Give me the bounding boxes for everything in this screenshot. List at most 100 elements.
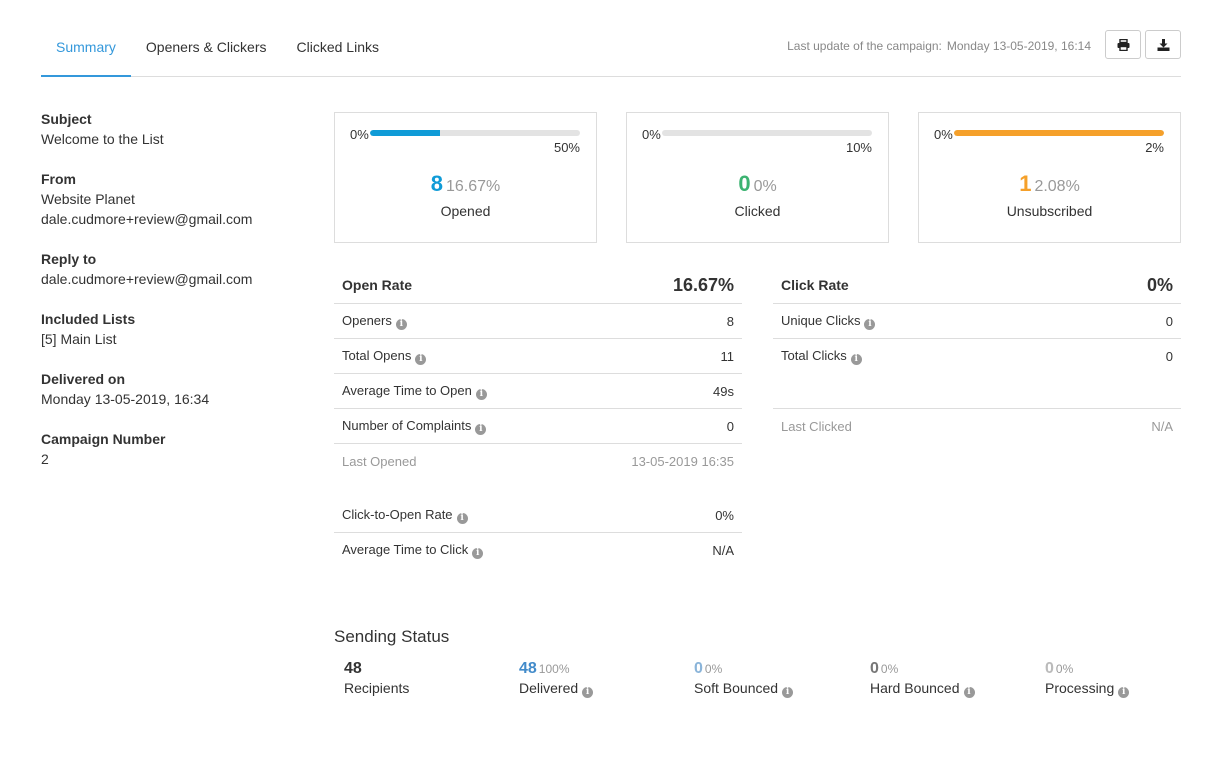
stat-row-total-opens: Total Opens i 11 bbox=[334, 339, 742, 374]
tab-clicked-links[interactable]: Clicked Links bbox=[282, 30, 394, 76]
status-count: 0 bbox=[694, 660, 703, 677]
unsubscribed-label: Unsubscribed bbox=[1006, 203, 1093, 219]
info-icon[interactable]: i bbox=[782, 687, 794, 698]
status-label: Delivered bbox=[519, 680, 579, 696]
open-rate-value: 16.67% bbox=[672, 275, 734, 295]
stat-value: 49s bbox=[713, 383, 734, 399]
clicked-card: 0% 10% 0 0% Clicked bbox=[626, 112, 889, 243]
info-icon[interactable]: i bbox=[963, 687, 975, 698]
subject-label: Subject bbox=[41, 111, 92, 127]
delivered-on-label: Delivered on bbox=[41, 371, 126, 387]
reply-to-label: Reply to bbox=[41, 251, 97, 267]
clicked-percent: 0% bbox=[753, 178, 777, 195]
stat-value: 0 bbox=[726, 418, 734, 434]
stat-value: 0 bbox=[1165, 313, 1173, 329]
download-icon bbox=[1157, 38, 1169, 51]
stat-value: 0 bbox=[1165, 349, 1173, 364]
clicked-label: Clicked bbox=[734, 203, 781, 219]
open-rate-table: Open Rate 16.67% Openers i 8 Total Opens i… bbox=[334, 268, 742, 568]
tab-bar: Summary Openers & Clickers Clicked Links bbox=[41, 30, 1181, 77]
last-update-value: Monday 13-05-2019, 16:14 bbox=[946, 39, 1091, 53]
stat-value: 13-05-2019 16:35 bbox=[631, 454, 734, 469]
info-subject: Subject Welcome to the List bbox=[41, 109, 301, 149]
stat-label: Last Opened bbox=[342, 454, 417, 469]
opened-label: Opened bbox=[440, 203, 491, 219]
open-rate-header: Open Rate 16.67% bbox=[334, 268, 742, 304]
stat-row-last-clicked: Last Clicked N/A bbox=[773, 409, 1181, 444]
unsubscribed-card: 0% 2% 1 2.08% Unsubscribed bbox=[918, 112, 1181, 243]
stat-label: Openers bbox=[342, 312, 392, 328]
tab-summary[interactable]: Summary bbox=[41, 30, 131, 77]
stat-row-unique-clicks: Unique Clicks i 0 bbox=[773, 304, 1181, 339]
unsubscribed-percent: 2.08% bbox=[1034, 178, 1080, 195]
status-delivered: 48 100% Delivered i bbox=[519, 660, 594, 698]
unsubscribed-progress-fill bbox=[954, 130, 1164, 136]
info-icon[interactable]: i bbox=[415, 353, 427, 365]
stat-label: Click-to-Open Rate bbox=[342, 506, 453, 522]
stat-label: Number of Complaints bbox=[342, 417, 472, 433]
status-count: 48 bbox=[344, 660, 362, 677]
info-icon[interactable]: i bbox=[395, 318, 407, 330]
tab-openers-clickers[interactable]: Openers & Clickers bbox=[131, 30, 282, 76]
status-processing: 0 0% Processing i bbox=[1045, 660, 1130, 698]
status-soft-bounced: 0 0% Soft Bounced i bbox=[694, 660, 794, 698]
reply-to-email: dale.cudmore+review@gmail.com bbox=[41, 271, 253, 287]
stat-row-complaints: Number of Complaints i 0 bbox=[334, 409, 742, 444]
opened-count: 8 bbox=[430, 171, 443, 196]
stat-row-average-time-to-click: Average Time to Click i N/A bbox=[334, 533, 742, 568]
click-rate-table: Click Rate 0% Unique Clicks i 0 Total Cli… bbox=[773, 268, 1181, 444]
opened-progress-bar bbox=[370, 130, 580, 136]
from-email: dale.cudmore+review@gmail.com bbox=[41, 211, 253, 227]
info-icon[interactable]: i bbox=[864, 318, 876, 330]
info-icon[interactable]: i bbox=[475, 423, 487, 435]
print-icon bbox=[1117, 38, 1129, 51]
stat-row-average-time-to-open: Average Time to Open i 49s bbox=[334, 374, 742, 409]
unsubscribed-progress-bar bbox=[954, 130, 1164, 136]
stat-value: 0% bbox=[715, 507, 734, 523]
info-from: From Website Planet dale.cudmore+review@… bbox=[41, 169, 301, 229]
stat-row-openers: Openers i 8 bbox=[334, 304, 742, 339]
status-hard-bounced: 0 0% Hard Bounced i bbox=[870, 660, 975, 698]
last-update-label: Last update of the campaign: bbox=[787, 39, 942, 53]
click-rate-value: 0% bbox=[1146, 275, 1173, 295]
campaign-number-label: Campaign Number bbox=[41, 431, 166, 447]
status-percent: 0% bbox=[880, 662, 899, 676]
info-campaign-number: Campaign Number 2 bbox=[41, 429, 301, 469]
info-icon[interactable]: i bbox=[582, 687, 594, 698]
status-percent: 100% bbox=[538, 662, 570, 676]
download-button[interactable] bbox=[1145, 30, 1181, 59]
status-recipients: 48 Recipients bbox=[344, 660, 409, 696]
click-rate-header: Click Rate 0% bbox=[773, 268, 1181, 304]
print-button[interactable] bbox=[1105, 30, 1141, 59]
stat-value: 8 bbox=[726, 313, 734, 329]
sending-status: 48 Recipients 48 100% Delivered i 0 0% Soft… bbox=[334, 660, 1194, 705]
header: Summary Openers & Clickers Clicked Links… bbox=[41, 30, 1181, 77]
info-icon[interactable]: i bbox=[475, 388, 487, 400]
info-icon[interactable]: i bbox=[456, 512, 468, 524]
stat-value: N/A bbox=[1151, 419, 1173, 434]
info-icon[interactable]: i bbox=[1118, 687, 1130, 698]
campaign-info: Subject Welcome to the List From Website… bbox=[41, 109, 301, 489]
from-name: Website Planet bbox=[41, 191, 135, 207]
from-label: From bbox=[41, 171, 76, 187]
status-percent: 0% bbox=[704, 662, 723, 676]
clicked-progress-bar bbox=[662, 130, 872, 136]
last-update: Last update of the campaign: Monday 13-05… bbox=[787, 39, 1091, 53]
bar-max-label: 2% bbox=[1145, 140, 1164, 155]
status-label: Processing bbox=[1045, 680, 1115, 696]
sending-status-title: Sending Status bbox=[334, 627, 450, 646]
info-icon[interactable]: i bbox=[850, 354, 862, 365]
stat-row-last-opened: Last Opened 13-05-2019 16:35 bbox=[334, 444, 742, 479]
status-label: Recipients bbox=[344, 680, 410, 696]
clicked-count: 0 bbox=[738, 171, 751, 196]
stat-value: N/A bbox=[712, 543, 734, 558]
stat-value: 11 bbox=[720, 348, 735, 364]
stat-label: Unique Clicks bbox=[781, 312, 861, 328]
stat-label: Total Clicks bbox=[781, 348, 847, 363]
status-count: 0 bbox=[1045, 660, 1054, 677]
status-label: Soft Bounced bbox=[694, 680, 779, 696]
bar-min-label: 0% bbox=[350, 127, 369, 142]
subject-value: Welcome to the List bbox=[41, 131, 164, 147]
info-reply-to: Reply to dale.cudmore+review@gmail.com bbox=[41, 249, 301, 289]
info-icon[interactable]: i bbox=[472, 548, 484, 559]
